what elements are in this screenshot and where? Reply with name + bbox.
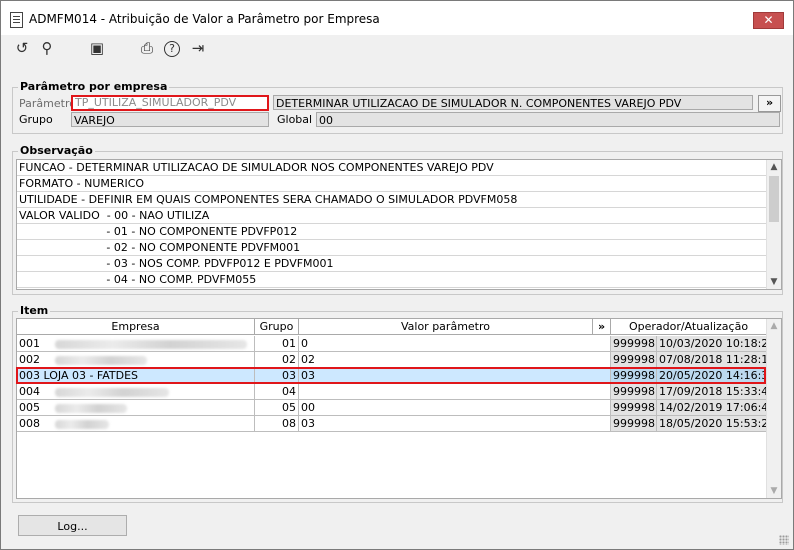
atualizacao-cell: 17/09/2018 15:33:47 [657,384,767,400]
item-grid[interactable]: Empresa Grupo Valor parâmetro » Operador… [16,318,782,499]
atualizacao-cell: 14/02/2019 17:06:46 [657,400,767,416]
empresa-code: 005 [19,401,40,414]
observacao-line: UTILIDADE - DEFINIR EM QUAIS COMPONENTES… [17,192,767,208]
grupo-cell: 03 [255,368,299,384]
operador-cell: 999998 [611,352,657,368]
table-row[interactable]: 001 01 0 999998 10/03/2020 10:18:29 [17,336,767,352]
title-bar: ADMFM014 - Atribuição de Valor a Parâmet… [1,1,793,35]
parametro-description-field: DETERMINAR UTILIZACAO DE SIMULADOR N. CO… [273,95,753,110]
redacted-text [55,404,127,413]
empresa-cell: 005 [17,400,255,416]
document-icon [10,12,23,28]
table-row-selected[interactable]: 003 LOJA 03 - FATDES 03 03 999998 20/05/… [17,368,767,384]
scroll-up-icon[interactable]: ▲ [767,160,781,174]
parametro-group-title: Parâmetro por empresa [18,80,170,93]
grupo-cell: 04 [255,384,299,400]
grupo-cell: 01 [255,336,299,352]
table-row[interactable]: 002 02 02 999998 07/08/2018 11:28:18 [17,352,767,368]
valor-cell[interactable] [299,384,611,400]
observacao-line: VALOR VALIDO - 00 - NAO UTILIZA [17,208,767,224]
empresa-cell: 001 [17,336,255,352]
resize-grip-icon[interactable] [779,535,789,545]
item-group-title: Item [18,304,51,317]
valor-cell[interactable]: 02 [299,352,611,368]
grupo-cell: 08 [255,416,299,432]
redacted-text [55,340,247,349]
observacao-line: - 04 - NO COMP. PDVFM055 [17,272,767,288]
grupo-cell: 05 [255,400,299,416]
empresa-cell: 003 LOJA 03 - FATDES [17,368,255,384]
valor-cell[interactable]: 03 [299,416,611,432]
observacao-list[interactable]: FUNCAO - DETERMINAR UTILIZACAO DE SIMULA… [16,159,782,290]
grupo-label: Grupo [19,113,53,126]
empresa-code: 002 [19,353,40,366]
observacao-line: FORMATO - NUMERICO [17,176,767,192]
scroll-down-icon[interactable]: ▼ [767,275,781,289]
parametro-field[interactable]: TP_UTILIZA_SIMULADOR_PDV [71,95,269,111]
atualizacao-cell: 20/05/2020 14:16:37 [657,368,767,384]
close-button[interactable]: ✕ [753,12,784,29]
application-window: ADMFM014 - Atribuição de Valor a Parâmet… [0,0,794,550]
scrollbar-thumb[interactable] [769,176,779,222]
scroll-down-icon[interactable]: ▼ [767,484,781,498]
global-field: 00 [316,112,780,127]
window-title: ADMFM014 - Atribuição de Valor a Parâmet… [29,12,380,26]
redacted-text [55,356,147,365]
valor-cell[interactable]: 03 [299,368,611,384]
undo-icon[interactable]: ↺ [13,39,31,57]
atualizacao-cell: 07/08/2018 11:28:18 [657,352,767,368]
table-row[interactable]: 004 04 999998 17/09/2018 15:33:47 [17,384,767,400]
observacao-line: FUNCAO - DETERMINAR UTILIZACAO DE SIMULA… [17,160,767,176]
atualizacao-cell: 18/05/2020 15:53:21 [657,416,767,432]
observacao-scrollbar[interactable]: ▲ ▼ [766,160,781,289]
help-icon[interactable]: ? [164,41,180,57]
exit-icon[interactable]: ⇥ [189,39,207,57]
table-row[interactable]: 005 05 00 999998 14/02/2019 17:06:46 [17,400,767,416]
observacao-line: - 02 - NO COMPONENTE PDVFM001 [17,240,767,256]
search-icon[interactable]: ⚲ [38,39,56,57]
empresa-code: 008 [19,417,40,430]
grupo-field: VAREJO [71,112,269,127]
scroll-up-icon[interactable]: ▲ [767,319,781,333]
valor-cell[interactable]: 0 [299,336,611,352]
operador-cell: 999998 [611,368,657,384]
empresa-code: 003 [19,369,40,382]
parametro-label: Parâmetro [19,97,76,110]
expand-parametro-button[interactable]: » [758,95,781,112]
atualizacao-cell: 10/03/2020 10:18:29 [657,336,767,352]
empresa-name: LOJA 03 - FATDES [43,369,139,382]
observacao-group-title: Observação [18,144,95,157]
redacted-text [55,420,109,429]
log-button[interactable]: Log... [18,515,127,536]
empresa-cell: 004 [17,384,255,400]
grupo-cell: 02 [255,352,299,368]
column-header-valor[interactable]: Valor parâmetro [299,319,593,335]
toolbar [1,35,793,63]
column-header-grupo[interactable]: Grupo [255,319,299,335]
empresa-cell: 008 [17,416,255,432]
save-icon[interactable]: ▣ [88,39,106,57]
redacted-text [55,388,169,397]
column-header-operador[interactable]: Operador/Atualização [611,319,767,335]
global-label: Global [277,113,313,126]
empresa-code: 004 [19,385,40,398]
empresa-cell: 002 [17,352,255,368]
operador-cell: 999998 [611,400,657,416]
expand-valor-button[interactable]: » [593,319,611,335]
item-grid-scrollbar[interactable]: ▲ ▼ [766,319,781,498]
print-icon[interactable]: ⎙ [138,39,156,57]
valor-cell[interactable]: 00 [299,400,611,416]
empresa-code: 001 [19,337,40,350]
table-row[interactable]: 008 08 03 999998 18/05/2020 15:53:21 [17,416,767,432]
operador-cell: 999998 [611,336,657,352]
operador-cell: 999998 [611,384,657,400]
observacao-line: - 01 - NO COMPONENTE PDVFP012 [17,224,767,240]
observacao-line: - 03 - NOS COMP. PDVFP012 E PDVFM001 [17,256,767,272]
operador-cell: 999998 [611,416,657,432]
column-header-empresa[interactable]: Empresa [17,319,255,335]
